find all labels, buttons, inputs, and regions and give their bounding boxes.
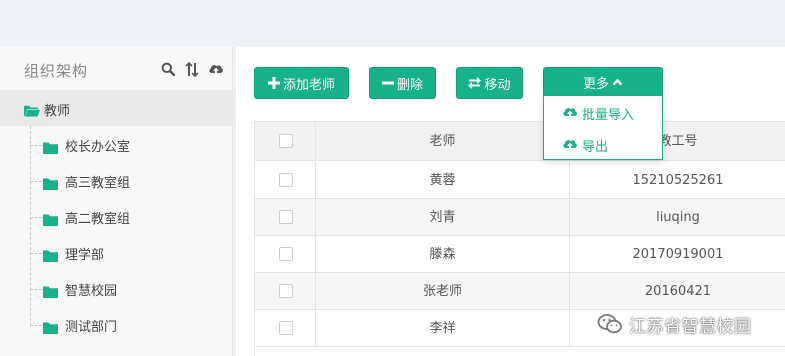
select-all-checkbox[interactable] (279, 134, 293, 148)
tree-root-label: 教师 (44, 104, 71, 119)
tree-item[interactable]: 高三教室组 (30, 163, 230, 199)
teacher-name: 黄蓉 (429, 173, 456, 188)
watermark: 江苏省智慧校园 (597, 312, 752, 337)
search-icon[interactable] (159, 60, 177, 78)
tree-item[interactable]: 智慧校园 (30, 271, 230, 307)
staff-id: 20170919001 (632, 247, 724, 262)
staff-id: liuqing (656, 210, 700, 225)
row-checkbox[interactable] (279, 210, 293, 224)
staff-id: 15210525261 (632, 173, 724, 188)
sidebar-title: 组织架构 (24, 62, 89, 80)
move-label: 移动 (484, 77, 511, 93)
export-label: 导出 (582, 140, 609, 155)
upload-cloud-icon (563, 108, 577, 118)
tree-item[interactable]: 高二教室组 (30, 199, 230, 235)
tree-item-label: 理学部 (65, 248, 105, 263)
tree-item[interactable]: 测试部门 (30, 307, 230, 343)
sidebar-header: 组织架构 (0, 47, 233, 91)
table-row[interactable]: 黄蓉 15210525261 (255, 162, 785, 199)
tree-item-label: 智慧校园 (65, 284, 118, 299)
upload-cloud-icon (563, 140, 577, 150)
sort-icon[interactable] (183, 60, 201, 78)
folder-icon (43, 247, 58, 266)
folder-icon (43, 319, 58, 338)
delete-button[interactable]: 删除 (369, 67, 436, 99)
column-header-teacher[interactable]: 老师 (316, 122, 569, 161)
teacher-name: 李祥 (429, 321, 456, 336)
panel-divider[interactable] (233, 47, 236, 356)
folder-open-icon (24, 102, 40, 121)
tree-item-label: 高三教室组 (65, 176, 131, 191)
tree-item-label: 高二教室组 (65, 212, 131, 227)
tree-item-label: 测试部门 (65, 320, 118, 335)
exchange-icon (468, 77, 482, 89)
add-teacher-label: 添加老师 (282, 77, 335, 93)
teacher-name: 刘青 (429, 210, 456, 225)
row-checkbox[interactable] (279, 173, 293, 187)
tree-node-root[interactable]: 教师 (0, 91, 233, 126)
row-checkbox[interactable] (279, 247, 293, 261)
plus-icon (267, 77, 280, 89)
table-row[interactable]: 刘青 liuqing (255, 199, 785, 236)
menu-item-export[interactable]: 导出 (544, 129, 662, 160)
delete-label: 删除 (396, 77, 423, 93)
table-row[interactable]: 滕森 20170919001 (255, 236, 785, 273)
tree-item-label: 校长办公室 (65, 140, 131, 155)
top-bar (0, 0, 785, 47)
batch-import-label: 批量导入 (582, 108, 635, 123)
row-checkbox[interactable] (279, 284, 293, 298)
tree-item[interactable]: 理学部 (30, 235, 230, 271)
move-button[interactable]: 移动 (456, 67, 523, 99)
folder-icon (43, 139, 58, 158)
staff-id: 20160421 (644, 284, 712, 299)
minus-icon (381, 81, 394, 85)
upload-cloud-icon[interactable] (207, 60, 225, 78)
teacher-name: 张老师 (422, 284, 462, 299)
folder-icon (43, 283, 58, 302)
more-dropdown-menu: 批量导入 导出 (543, 95, 663, 160)
watermark-text: 江苏省智慧校园 (629, 316, 752, 337)
folder-icon (43, 175, 58, 194)
row-checkbox[interactable] (279, 321, 293, 335)
tree-item[interactable]: 校长办公室 (30, 127, 230, 163)
folder-icon (43, 211, 58, 230)
teacher-name: 滕森 (429, 247, 456, 262)
wechat-icon (597, 314, 622, 334)
menu-item-batch-import[interactable]: 批量导入 (544, 97, 662, 128)
more-label: 更多 (582, 76, 609, 92)
table-header-row: 老师 教工号 (255, 122, 785, 161)
more-dropdown-button[interactable]: 更多 (543, 67, 663, 97)
chevron-up-icon (612, 78, 623, 86)
add-teacher-button[interactable]: 添加老师 (254, 67, 349, 99)
sidebar: 组织架构 教师 校长办公室 高三教室组 高二教室组 理学部 智慧校园 测试部门 (0, 47, 233, 356)
table-row[interactable]: 张老师 20160421 (255, 273, 785, 310)
